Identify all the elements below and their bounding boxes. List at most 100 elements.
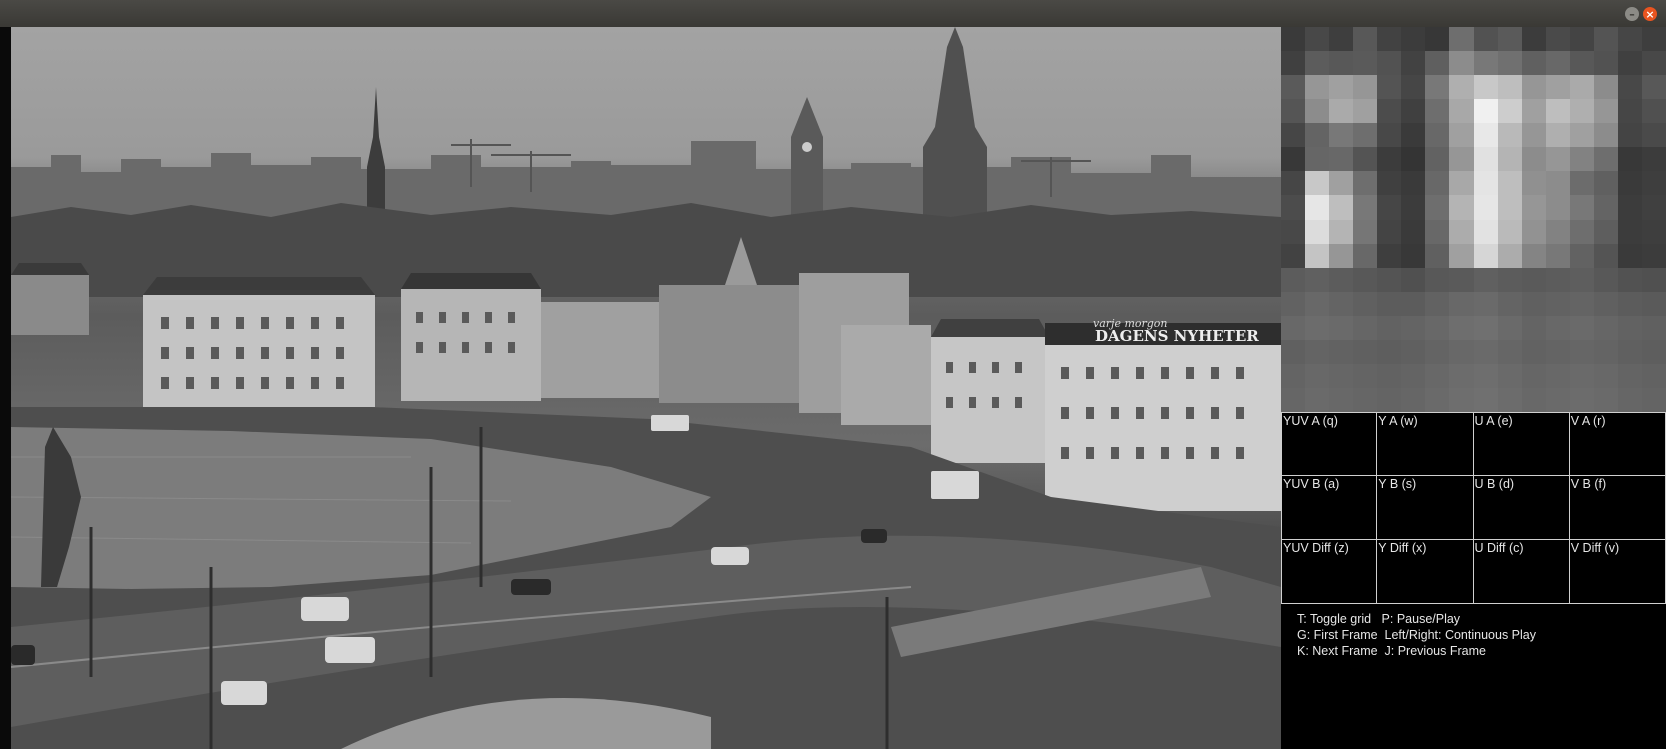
zoom-pixel [1353,339,1378,364]
zoom-pixel [1305,291,1330,316]
zoom-pixel [1593,51,1618,76]
zoom-pixel [1305,147,1330,172]
view-yuv-diff[interactable]: YUV Diff (z) [1281,540,1378,604]
zoom-pixel [1569,315,1594,340]
zoom-pixel [1545,99,1570,124]
view-y-a[interactable]: Y A (w) [1377,412,1474,476]
zoom-pixel [1281,387,1306,412]
zoom-pixel [1329,315,1354,340]
zoom-pixel [1617,51,1642,76]
zoom-pixel [1425,267,1450,292]
zoom-pixel [1329,195,1354,220]
zoom-pixel [1593,267,1618,292]
zoom-pixel [1425,291,1450,316]
zoom-pixel [1593,123,1618,148]
zoom-pixel [1305,171,1330,196]
zoom-pixel [1545,363,1570,388]
zoom-pixel [1569,243,1594,268]
zoom-pixel [1281,363,1306,388]
zoom-pixel [1401,123,1426,148]
zoom-pixel [1521,171,1546,196]
zoom-pixel [1641,315,1666,340]
view-u-b[interactable]: U B (d) [1473,476,1570,540]
zoom-pixel [1281,291,1306,316]
zoom-pixel [1497,27,1522,52]
zoom-pixel [1377,219,1402,244]
zoom-pixel [1281,147,1306,172]
zoom-pixel [1401,315,1426,340]
view-v-diff[interactable]: V Diff (v) [1569,540,1666,604]
zoom-pixel [1305,123,1330,148]
zoom-pixel [1353,363,1378,388]
view-v-a[interactable]: V A (r) [1569,412,1666,476]
zoom-pixel [1329,75,1354,100]
zoom-pixel [1401,219,1426,244]
zoom-pixel [1305,315,1330,340]
zoom-pixel [1497,315,1522,340]
zoom-pixel [1305,27,1330,52]
video-frame-view[interactable]: varje morgon DAGENS NYHETER [11,27,1281,749]
zoom-pixel [1281,99,1306,124]
view-v-b[interactable]: V B (f) [1569,476,1666,540]
zoom-pixel [1305,339,1330,364]
zoom-pixel [1641,171,1666,196]
zoom-pixel [1497,387,1522,412]
view-mode-grid: YUV A (q) Y A (w) U A (e) V A (r) YUV B … [1281,412,1666,604]
zoom-pixel [1449,387,1474,412]
zoom-pixel [1545,195,1570,220]
zoom-pixel [1521,339,1546,364]
zoom-pixel [1377,123,1402,148]
zoom-pixel [1473,123,1498,148]
minimize-button[interactable]: – [1625,7,1639,21]
view-y-b[interactable]: Y B (s) [1377,476,1474,540]
zoom-pixel [1617,219,1642,244]
zoom-pixel [1617,315,1642,340]
zoom-pixel [1569,27,1594,52]
zoom-pixel [1281,339,1306,364]
zoom-pixel [1593,147,1618,172]
zoom-pixel [1473,267,1498,292]
zoom-pixel [1617,99,1642,124]
zoom-pixel [1497,219,1522,244]
zoom-pixel [1545,387,1570,412]
zoom-pixel [1593,291,1618,316]
view-u-diff[interactable]: U Diff (c) [1473,540,1570,604]
zoom-pixel [1305,219,1330,244]
view-yuv-a[interactable]: YUV A (q) [1281,412,1378,476]
zoom-pixel [1401,75,1426,100]
keyboard-help-panel: T: Toggle grid P: Pause/Play G: First Fr… [1281,604,1666,749]
zoom-pixel [1617,339,1642,364]
zoom-pixel [1593,195,1618,220]
zoom-pixel [1401,27,1426,52]
zoom-pixel [1497,171,1522,196]
zoom-pixel [1425,75,1450,100]
view-y-diff[interactable]: Y Diff (x) [1377,540,1474,604]
zoom-pixel [1617,363,1642,388]
zoom-pixel [1521,315,1546,340]
zoom-pixel [1329,267,1354,292]
close-button[interactable]: × [1643,7,1657,21]
zoom-pixel [1473,51,1498,76]
view-yuv-b[interactable]: YUV B (a) [1281,476,1378,540]
view-u-a[interactable]: U A (e) [1473,412,1570,476]
zoom-pixel [1449,75,1474,100]
zoom-pixel [1425,195,1450,220]
zoom-pixel [1593,171,1618,196]
zoom-pixel [1353,27,1378,52]
zoom-pixel [1545,123,1570,148]
zoom-pixel [1377,75,1402,100]
zoom-pixel [1401,363,1426,388]
zoom-pixel [1449,267,1474,292]
zoom-pixel [1377,171,1402,196]
zoom-pixel [1593,75,1618,100]
zoom-pixel [1545,171,1570,196]
zoom-pixel [1425,363,1450,388]
zoom-pixel [1401,267,1426,292]
zoom-pixel [1449,147,1474,172]
zoom-pixel [1617,171,1642,196]
zoom-pixel [1305,195,1330,220]
window-titlebar[interactable]: – × [0,0,1666,28]
zoom-pixel [1377,195,1402,220]
zoom-pixel [1377,99,1402,124]
zoom-pixel [1617,147,1642,172]
